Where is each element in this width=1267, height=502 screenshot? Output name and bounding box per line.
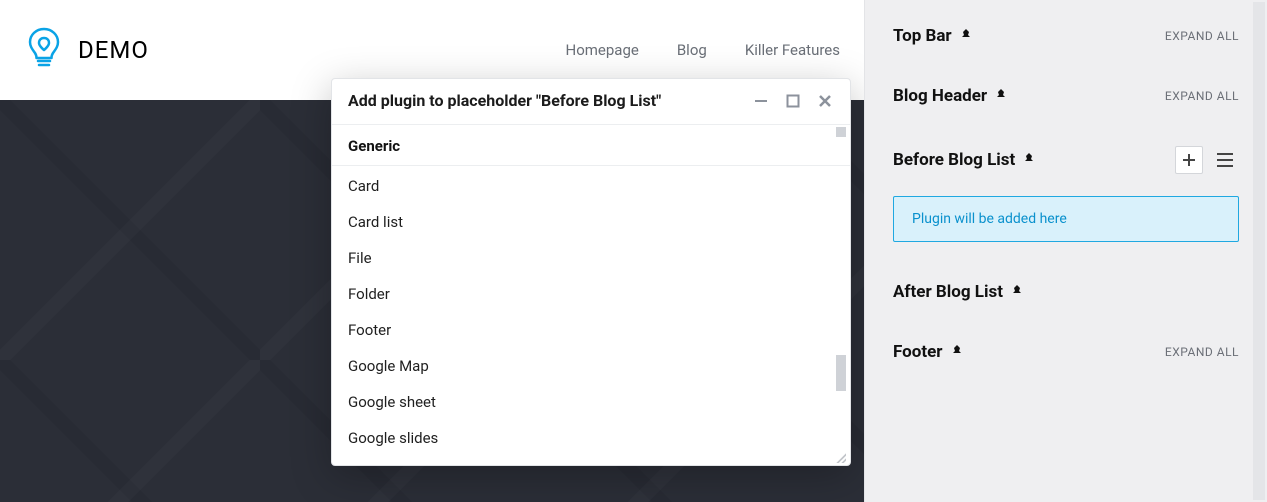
plugin-list: CardCard listFileFolderFooterGoogle MapG… [332, 166, 850, 465]
expand-all-button[interactable]: EXPAND ALL [1165, 29, 1239, 43]
nav-blog[interactable]: Blog [677, 41, 707, 59]
scrollbar-thumb[interactable] [836, 355, 846, 391]
plugin-option[interactable]: Folder [332, 276, 850, 312]
plugin-option[interactable]: Google sheet [332, 384, 850, 420]
section-blog-header[interactable]: Blog Header [893, 86, 1007, 106]
section-footer[interactable]: Footer [893, 342, 963, 362]
section-topbar[interactable]: Top Bar [893, 26, 972, 46]
scroll-up-indicator[interactable] [836, 127, 846, 137]
section-label: Top Bar [893, 26, 952, 46]
plugin-option[interactable]: Footer [332, 312, 850, 348]
expand-all-button[interactable]: EXPAND ALL [1165, 89, 1239, 103]
plugin-drop-target[interactable]: Plugin will be added here [893, 196, 1239, 242]
pin-icon [995, 89, 1007, 103]
minimize-icon[interactable] [752, 92, 770, 110]
expand-all-button[interactable]: EXPAND ALL [1165, 345, 1239, 359]
plugin-option[interactable]: Hero card with content (2 columns) [332, 456, 850, 465]
plugin-option[interactable]: Google Map [332, 348, 850, 384]
plugin-option[interactable]: Google slides [332, 420, 850, 456]
pin-icon [951, 345, 963, 359]
menu-icon[interactable] [1211, 146, 1239, 174]
close-icon[interactable] [816, 92, 834, 110]
nav-features[interactable]: Killer Features [745, 41, 840, 59]
plugin-option[interactable]: Card [332, 168, 850, 204]
section-label: Footer [893, 342, 943, 362]
sidebar-scrollbar[interactable] [1253, 2, 1265, 500]
lightbulb-logo-icon [24, 26, 64, 74]
pin-icon [1011, 285, 1023, 299]
section-after-blog-list[interactable]: After Blog List [893, 282, 1023, 302]
plugin-option[interactable]: File [332, 240, 850, 276]
pin-icon [1023, 153, 1035, 167]
section-before-blog-list[interactable]: Before Blog List [893, 150, 1035, 170]
section-label: After Blog List [893, 282, 1003, 302]
section-label: Before Blog List [893, 150, 1015, 170]
add-plugin-button[interactable] [1175, 146, 1203, 174]
maximize-icon[interactable] [784, 92, 802, 110]
brand-name: DEMO [78, 36, 149, 64]
structure-sidebar: Top Bar EXPAND ALL Blog Header EXPAND AL… [864, 0, 1267, 502]
plugin-option[interactable]: Card list [332, 204, 850, 240]
pin-icon [960, 29, 972, 43]
add-plugin-modal: Add plugin to placeholder "Before Blog L… [331, 78, 851, 466]
section-label: Blog Header [893, 86, 987, 106]
top-nav: Homepage Blog Killer Features [566, 41, 841, 59]
modal-title: Add plugin to placeholder "Before Blog L… [348, 91, 661, 110]
resize-grip-icon[interactable] [834, 451, 846, 463]
nav-homepage[interactable]: Homepage [566, 41, 639, 59]
plugin-group-title: Generic [332, 125, 850, 166]
